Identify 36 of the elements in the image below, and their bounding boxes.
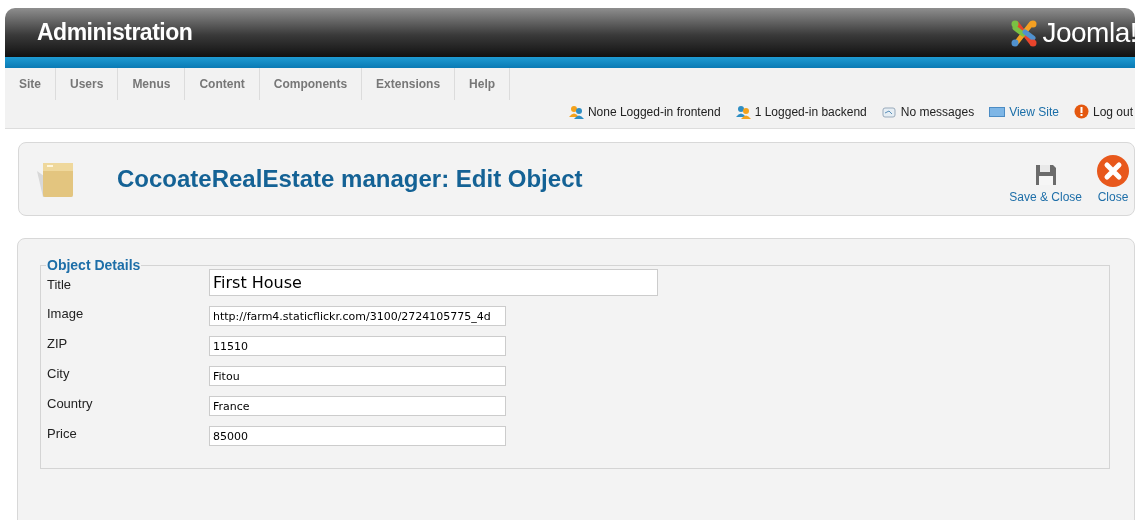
menu-item[interactable]: Site (5, 68, 56, 100)
menu-item[interactable]: Extensions (362, 68, 456, 100)
field-label: Country (47, 396, 94, 411)
status-text: 1 Logged-in backend (735, 104, 867, 119)
monitor-icon (989, 105, 1006, 118)
message-icon (881, 104, 897, 119)
text-field[interactable]: http://farm4.staticflickr.com/3100/2724105775_4d (209, 306, 506, 326)
close-button[interactable]: Close (1096, 154, 1130, 204)
status-text: None Logged-in frontend (568, 104, 721, 119)
text-field[interactable]: 11510 (209, 336, 506, 356)
field-label: Image (47, 306, 85, 321)
page-title: CocoateRealEstate manager: Edit Object (117, 165, 584, 193)
text-field[interactable]: 85000 (209, 426, 506, 446)
field-label: Title (47, 277, 73, 292)
logo-text: Joomla! (1042, 16, 1135, 49)
menu-item[interactable]: Users (56, 68, 119, 100)
status-link[interactable]: Log out (1073, 104, 1133, 119)
text-field[interactable]: First House (209, 269, 658, 296)
status-text: No messages (881, 104, 975, 119)
users-icon (735, 104, 751, 119)
users-icon (568, 104, 584, 119)
fieldset-legend: Object Details (46, 257, 142, 273)
field-label: ZIP (47, 336, 69, 351)
save-close-button[interactable]: Save & Close (1009, 162, 1082, 204)
field-label: City (47, 366, 71, 381)
menu-item[interactable]: Help (455, 68, 511, 100)
text-field[interactable]: Fitou (209, 366, 506, 386)
menu-item[interactable]: Components (259, 68, 363, 100)
header-title: Administration (37, 19, 193, 46)
status-link[interactable]: View Site (989, 104, 1059, 119)
menu-item[interactable]: Content (185, 68, 260, 100)
alert-icon (1073, 104, 1089, 119)
field-label: Price (47, 426, 78, 441)
menu-item[interactable]: Menus (118, 68, 186, 100)
text-field[interactable]: France (209, 396, 506, 416)
close-icon (1096, 154, 1130, 188)
